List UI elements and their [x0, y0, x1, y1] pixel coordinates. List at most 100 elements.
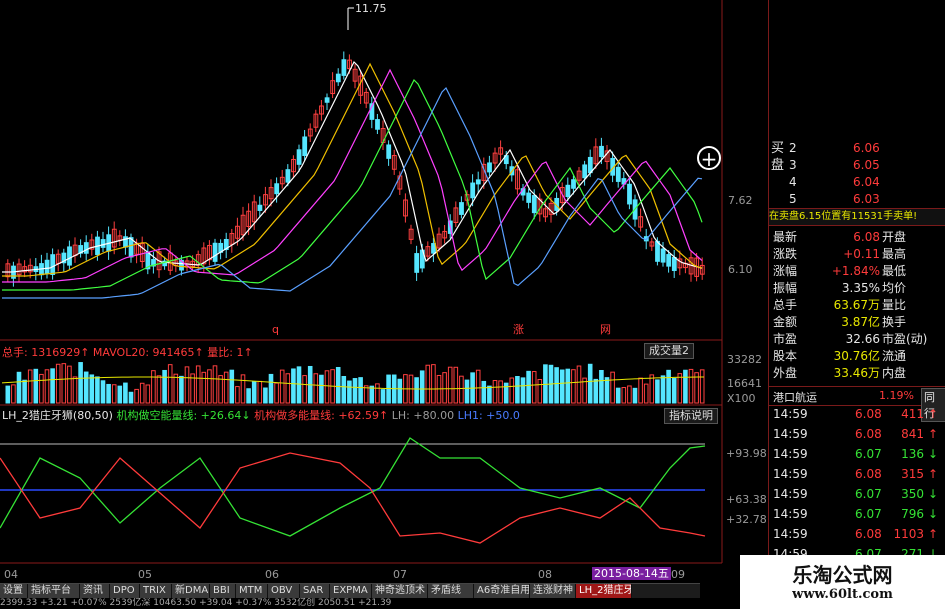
indicator-tab[interactable]: A6奇准自用: [474, 584, 530, 598]
candlestick: [459, 202, 464, 215]
volume-bar: [235, 386, 240, 404]
chart-area[interactable]: 11.75 7.62 6.10 q 涨 网 + 总手: 1316929↑ MAV…: [0, 0, 768, 609]
indicator-tab[interactable]: TRIX: [140, 584, 172, 598]
price-chart[interactable]: [0, 0, 768, 609]
sector-row[interactable]: 港口航运 1.19% 同行: [769, 386, 945, 422]
order-book-row: 4 6.04: [769, 174, 945, 191]
volume-bar: [369, 385, 375, 404]
cursor-date-label: 2015-08-14五: [592, 567, 671, 580]
volume-bar: [615, 387, 621, 404]
volume-bar: [89, 374, 95, 404]
order-price: 6.05: [853, 158, 880, 172]
indicator-tab[interactable]: DPO: [110, 584, 140, 598]
indicator-tab[interactable]: BBI: [210, 584, 236, 598]
indicator-tab[interactable]: 神奇逃顶术: [372, 584, 428, 598]
arrow-down-icon: ↓: [927, 487, 938, 501]
indicator-tab[interactable]: 资讯: [80, 584, 110, 598]
candlestick: [67, 246, 72, 266]
zoom-in-button[interactable]: +: [697, 146, 721, 170]
quote-label: 换手: [882, 315, 907, 329]
volume-bar: [419, 370, 425, 404]
tick-row: 14:59 6.08 315 ↑: [769, 466, 945, 483]
tick-volume: 136: [901, 447, 924, 461]
indicator-tab[interactable]: MTM: [236, 584, 268, 598]
volume-bar: [481, 380, 487, 404]
indicator-tab-bar: 设置 指标平台 资讯 DPO TRIX 新DMA BBI MTM OBV SAR EXPMA 神奇逃顶…: [0, 583, 700, 598]
candlestick: [335, 73, 341, 83]
volume-bar: [151, 370, 156, 404]
quote-label: 外盘: [773, 366, 798, 380]
volume-stats: 总手: 1316929↑ MAVOL20: 941465↑ 量比: 1↑: [2, 346, 253, 359]
volume-bar: [100, 380, 106, 404]
volume-bar: [83, 371, 89, 404]
indicator-tab[interactable]: LH_2猎庄牙狮: [576, 584, 632, 598]
quote-label: 市盈(动): [882, 332, 928, 346]
short-energy-line: [0, 437, 706, 537]
quote-label: 最高: [882, 247, 907, 261]
candlestick: [526, 192, 532, 203]
tick-time: 14:59: [773, 527, 808, 541]
quote-value: +1.84%: [831, 264, 880, 278]
volume-bar: [106, 383, 111, 404]
volume-bar: [61, 363, 67, 404]
volume-bar: [201, 371, 207, 404]
indicator-tab[interactable]: EXPMA: [330, 584, 372, 598]
volume-bar: [459, 375, 464, 404]
indicator-tab[interactable]: 设置: [0, 584, 28, 598]
volume-bar: [571, 369, 576, 404]
volume-bar: [660, 375, 666, 404]
candlestick: [296, 149, 302, 165]
volume-bar: [610, 371, 615, 404]
tick-price: 6.08: [855, 427, 882, 441]
plus-icon: +: [700, 147, 718, 171]
volume-indicator-select[interactable]: 成交量2: [644, 343, 694, 359]
volume-bar: [319, 374, 324, 404]
volume-bar: [576, 365, 582, 404]
indicator-tab[interactable]: 矛盾线: [428, 584, 474, 598]
volume-bar: [123, 382, 128, 404]
volume-bar: [425, 364, 431, 404]
volume-bar: [16, 371, 22, 404]
volume-bar: [699, 369, 705, 404]
volume-bar: [313, 373, 319, 404]
price-level-label: 6.10: [728, 263, 753, 276]
volume-bar: [257, 380, 263, 404]
candlestick: [599, 145, 604, 158]
candlestick: [571, 179, 576, 189]
tick-row: 14:59 6.08 411 ↑: [769, 406, 945, 423]
indicator-help-button[interactable]: 指标说明: [664, 408, 718, 424]
date-mark: 网: [600, 323, 611, 336]
volume-bar: [50, 368, 55, 404]
indicator-tab[interactable]: OBV: [268, 584, 300, 598]
indicator-tab[interactable]: 指标平台: [28, 584, 80, 598]
quote-value: 6.08: [853, 230, 880, 244]
candlestick: [531, 195, 537, 214]
quote-row: 总手 63.67万 量比: [769, 297, 945, 314]
tick-row: 14:59 6.07 136 ↓: [769, 446, 945, 463]
volume-bar: [599, 369, 604, 404]
quote-value: 3.87亿: [841, 315, 880, 329]
candlestick: [375, 119, 380, 130]
indicator-tab[interactable]: SAR: [300, 584, 330, 598]
candlestick: [582, 164, 588, 179]
volume-bar: [240, 374, 246, 404]
order-notice[interactable]: 在卖盘6.15位置有11531手卖单!: [769, 208, 945, 226]
watermark: 乐淘公式网 www.60lt.com: [740, 555, 945, 609]
watermark-title: 乐淘公式网: [792, 563, 893, 587]
volume-bar: [487, 385, 492, 404]
volume-bar: [117, 385, 123, 404]
volume-bar: [184, 366, 190, 404]
quote-panel: 买盘 2 6.06 3 6.05 4 6.04 5 6.03 在卖盘6.15位置有11531手…: [768, 0, 945, 566]
arrow-up-icon: ↑: [927, 407, 938, 421]
volume-axis-label: 16641: [727, 377, 762, 390]
long-energy-label: 机构做多能量线: +62.59: [254, 409, 380, 422]
indicator-tab[interactable]: 新DMA: [172, 584, 210, 598]
volume-bar: [128, 391, 134, 404]
volume-bar: [246, 388, 251, 404]
volume-bar: [22, 379, 27, 404]
indicator-tab[interactable]: 连涨财神: [530, 584, 576, 598]
tick-volume: 1103: [893, 527, 924, 541]
volume-bar: [179, 375, 184, 404]
candlestick: [666, 254, 672, 267]
quote-row: 最新 6.08 开盘: [769, 229, 945, 246]
